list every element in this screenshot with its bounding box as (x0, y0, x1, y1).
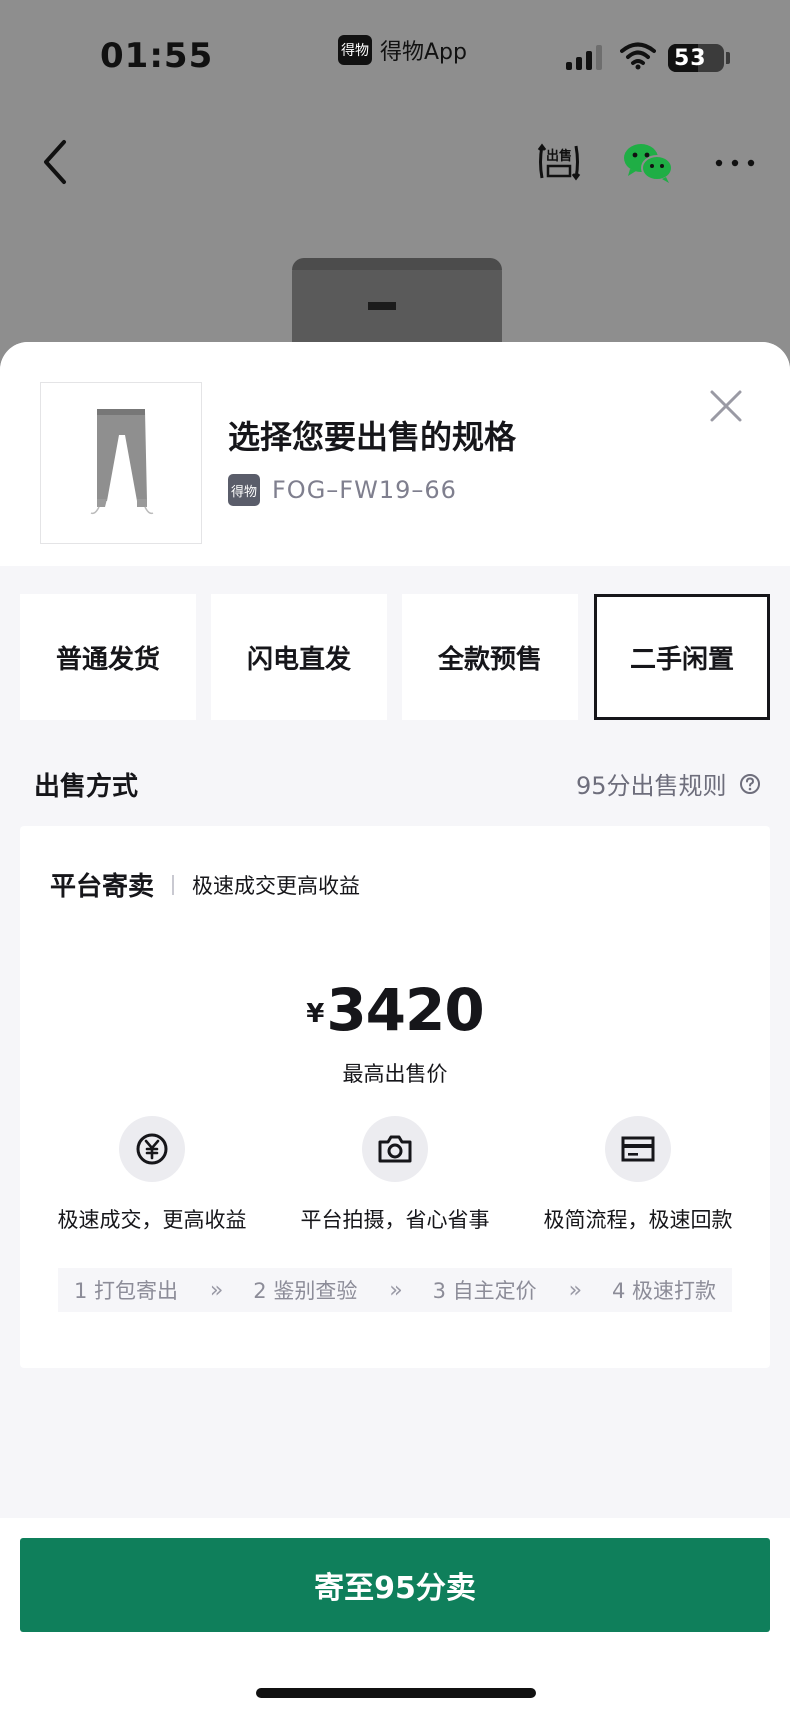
price-caption: 最高出售价 (342, 1062, 448, 1086)
bottom-action-bar: 寄至95分卖 (0, 1518, 790, 1712)
app-logo-icon: 得物 (338, 35, 372, 65)
tab-regular-shipping[interactable]: 普通发货 (20, 594, 196, 720)
max-price: 3420 (326, 976, 484, 1044)
sell-icon-label: 出售 (546, 148, 572, 164)
card-icon (621, 1136, 655, 1162)
brand-logo-icon: 得物 (228, 474, 260, 506)
price-display: ¥3420 (20, 976, 770, 1044)
step-item: 1 打包寄出 (73, 1279, 178, 1303)
card-title: 平台寄卖 (50, 872, 155, 902)
feature-platform-photo: 平台拍摄，省心省事 (279, 1116, 511, 1234)
step-item: 4 极速打款 (611, 1279, 716, 1303)
tab-second-hand[interactable]: 二手闲置 (594, 594, 770, 720)
card-subtitle: 极速成交更高收益 (192, 873, 361, 898)
feature-fast-payout: 极简流程，极速回款 (522, 1116, 754, 1234)
help-question-icon (739, 773, 760, 794)
rules-link-text: 95分出售规则 (576, 772, 727, 800)
sheet-title: 选择您要出售的规格 (228, 418, 517, 456)
consign-sell-button[interactable]: 寄至95分卖 (20, 1538, 770, 1632)
status-time: 01:55 (100, 36, 214, 76)
more-options-icon[interactable] (714, 148, 756, 178)
battery-icon: 53 (668, 44, 724, 72)
feature-text: 极简流程，极速回款 (543, 1208, 733, 1232)
sell-icon[interactable]: 出售 (536, 140, 582, 184)
consignment-card: 平台寄卖 极速成交更高收益 ¥3420 最高出售价 极速成交，更高收益 平台拍摄… (20, 826, 770, 1368)
feature-fast-deal: 极速成交，更高收益 (36, 1116, 268, 1234)
sheet-header: 选择您要出售的规格 得物 FOG–FW19–66 (0, 342, 790, 566)
sku-row: 得物 FOG–FW19–66 (228, 474, 457, 506)
feature-text: 平台拍摄，省心省事 (300, 1208, 490, 1232)
close-icon[interactable] (706, 386, 746, 426)
status-app-indicator: 得物 得物App (338, 34, 467, 66)
dimmed-background[interactable]: 01:55 得物 得物App 53 出售 (0, 0, 790, 380)
sell-method-label: 出售方式 (34, 772, 139, 802)
wechat-share-icon[interactable] (622, 140, 674, 186)
shipping-type-tabs: 普通发货 闪电直发 全款预售 二手闲置 (20, 594, 770, 720)
home-indicator[interactable] (256, 1688, 536, 1698)
camera-icon (378, 1135, 412, 1163)
sku-code: FOG–FW19–66 (272, 476, 457, 504)
wifi-icon (620, 42, 656, 70)
tab-full-presale[interactable]: 全款预售 (402, 594, 578, 720)
card-header: 平台寄卖 极速成交更高收益 (50, 866, 360, 903)
status-app-name: 得物App (380, 40, 467, 65)
double-chevron-icon: » (389, 1277, 403, 1303)
step-item: 2 鉴别查验 (253, 1279, 358, 1303)
divider (172, 874, 175, 895)
back-arrow-icon[interactable] (36, 138, 76, 186)
yuan-icon (136, 1133, 168, 1165)
double-chevron-icon: » (568, 1277, 583, 1303)
cellular-signal-icon (566, 44, 602, 70)
tab-lightning-shipping[interactable]: 闪电直发 (211, 594, 387, 720)
rules-link[interactable]: 95分出售规则 (576, 766, 761, 801)
spec-selection-sheet: 选择您要出售的规格 得物 FOG–FW19–66 普通发货 闪电直发 全款预售 … (0, 342, 790, 1712)
double-chevron-icon: » (209, 1277, 224, 1303)
sweatpants-image (90, 409, 154, 515)
currency-symbol: ¥ (306, 999, 325, 1029)
step-item: 3 自主定价 (432, 1279, 537, 1303)
process-steps: 1 打包寄出 » 2 鉴别查验 » 3 自主定价 » 4 极速打款 (58, 1268, 732, 1312)
feature-text: 极速成交，更高收益 (57, 1208, 247, 1232)
product-thumbnail (40, 382, 202, 544)
battery-level: 53 (674, 45, 707, 71)
